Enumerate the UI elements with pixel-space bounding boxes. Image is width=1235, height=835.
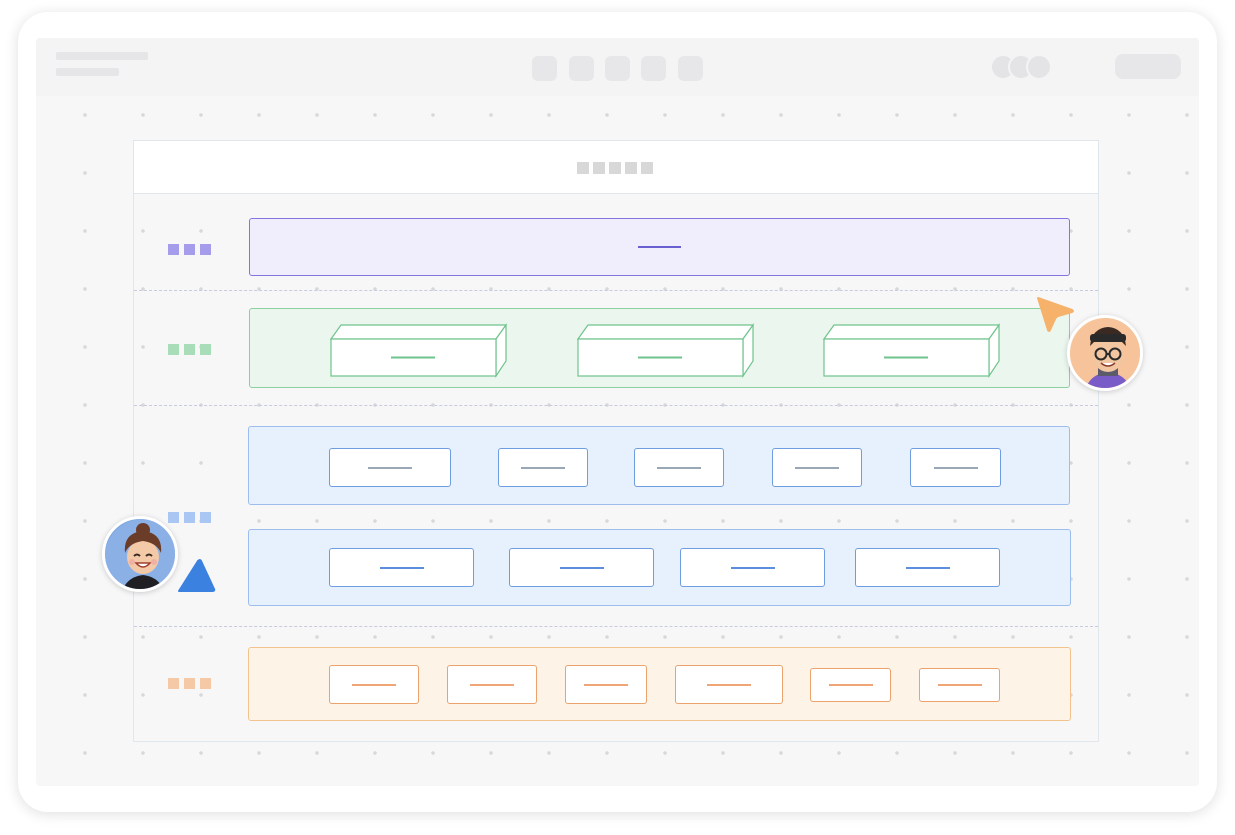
toolbar-button-3[interactable] (605, 56, 630, 81)
blue-card[interactable] (634, 448, 724, 487)
blue-layer-band-bottom[interactable] (248, 529, 1071, 606)
layer-divider (134, 405, 1098, 406)
diagram-frame[interactable] (133, 140, 1099, 742)
cursor-pointer-icon (1037, 297, 1074, 332)
purple-layer-text-placeholder (638, 246, 681, 248)
orange-card[interactable] (675, 665, 783, 704)
toolbar-button-5[interactable] (678, 56, 703, 81)
green-block-1 (329, 323, 508, 378)
cursor-pointer-icon (178, 559, 216, 592)
orange-card[interactable] (565, 665, 647, 704)
top-toolbar (36, 38, 1199, 96)
orange-card[interactable] (447, 665, 537, 704)
blue-card[interactable] (680, 548, 825, 587)
toolbar-button-4[interactable] (641, 56, 666, 81)
green-block-2 (576, 323, 755, 378)
row-label-green (168, 344, 211, 355)
layer-divider (134, 290, 1098, 291)
layer-divider (134, 626, 1098, 627)
document-title-placeholder[interactable] (56, 52, 148, 60)
green-layer-band[interactable] (249, 308, 1070, 388)
blue-layer-band-top[interactable] (248, 426, 1070, 505)
blue-card[interactable] (498, 448, 588, 487)
blue-card[interactable] (855, 548, 1000, 587)
orange-layer-band[interactable] (248, 647, 1071, 721)
frame-title-placeholder (577, 162, 653, 174)
row-label-purple (168, 244, 211, 255)
orange-card[interactable] (810, 668, 891, 702)
frame-header (134, 141, 1098, 194)
collaborator-avatar-icon[interactable] (1067, 315, 1143, 391)
blue-card[interactable] (329, 448, 451, 487)
orange-card[interactable] (919, 668, 1000, 702)
toolbar-button-2[interactable] (569, 56, 594, 81)
collaborator-avatar-3[interactable] (1026, 54, 1052, 80)
collaborator-avatar-icon[interactable] (102, 516, 178, 592)
blue-card[interactable] (329, 548, 474, 587)
blue-card[interactable] (772, 448, 862, 487)
row-label-orange (168, 678, 211, 689)
document-subtitle-placeholder (56, 68, 119, 76)
row-label-blue (168, 512, 211, 523)
green-blocks (329, 323, 1001, 378)
share-button[interactable] (1115, 54, 1181, 79)
green-block-3 (822, 323, 1001, 378)
blue-card[interactable] (509, 548, 654, 587)
toolbar-button-1[interactable] (532, 56, 557, 81)
whiteboard-app (36, 38, 1199, 786)
blue-card[interactable] (910, 448, 1001, 487)
purple-layer-band[interactable] (249, 218, 1070, 276)
orange-card[interactable] (329, 665, 419, 704)
